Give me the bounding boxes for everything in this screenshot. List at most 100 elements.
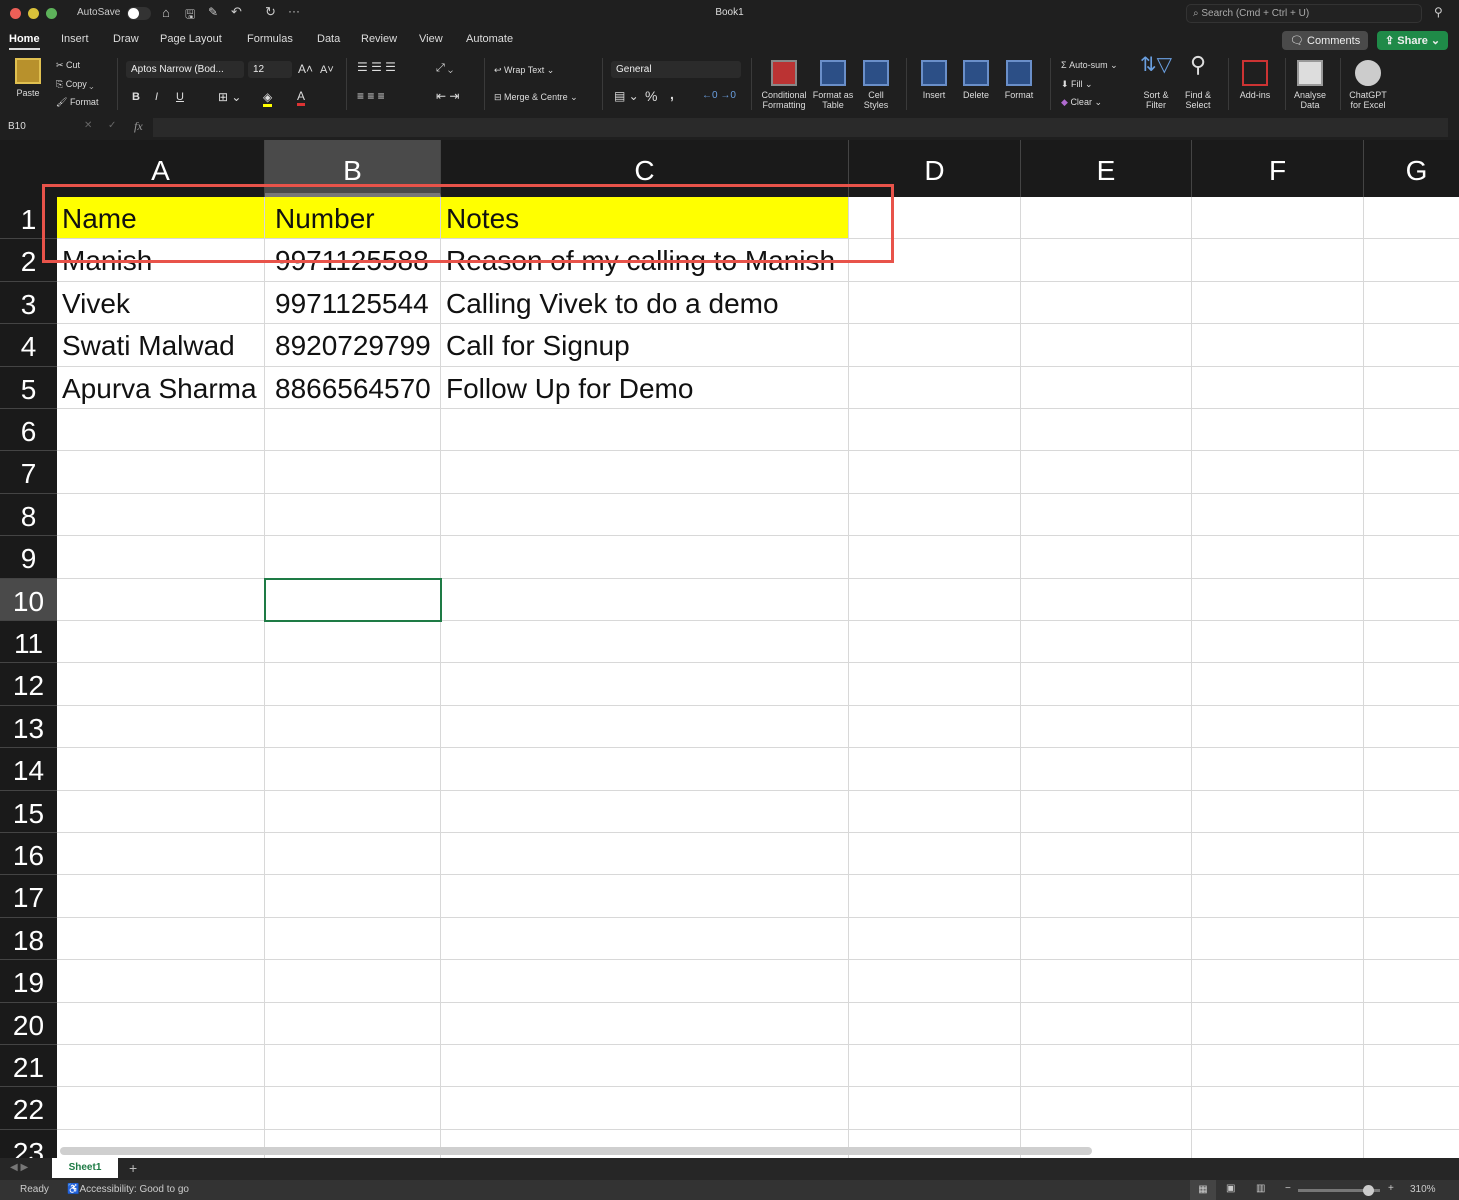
percent-button[interactable]: %	[645, 88, 657, 104]
row-header-18[interactable]: 18	[0, 917, 57, 961]
conditional-formatting-button[interactable]: Conditional Formatting	[758, 60, 810, 110]
format-cells-button[interactable]: Format	[999, 60, 1039, 100]
cell-f22[interactable]	[1192, 1087, 1364, 1130]
column-header-f[interactable]: F	[1192, 140, 1364, 197]
cell-c16[interactable]	[441, 833, 849, 876]
tab-view[interactable]: View	[419, 33, 443, 45]
horizontal-scrollbar[interactable]	[60, 1147, 1092, 1155]
cell-e8[interactable]	[1021, 493, 1192, 537]
cell-b5[interactable]: 8866564570	[265, 366, 441, 409]
column-header-g[interactable]: G	[1364, 140, 1459, 197]
minimize-window-button[interactable]	[28, 8, 39, 19]
cell-b17[interactable]	[265, 875, 441, 918]
function-icon[interactable]: fx	[134, 119, 143, 134]
cell-g21[interactable]	[1364, 1045, 1459, 1088]
wrap-text-button[interactable]: ↩ Wrap Text ⌄	[494, 65, 554, 76]
cell-d12[interactable]	[849, 663, 1021, 706]
tab-automate[interactable]: Automate	[466, 33, 513, 45]
row-header-6[interactable]: 6	[0, 409, 57, 452]
cell-b4[interactable]: 8920729799	[265, 324, 441, 367]
cell-c21[interactable]	[441, 1045, 849, 1088]
row-header-3[interactable]: 3	[0, 281, 57, 325]
share-button[interactable]: ⇪ Share ⌄	[1377, 31, 1449, 50]
cell-g23[interactable]	[1364, 1130, 1459, 1158]
cell-b12[interactable]	[265, 663, 441, 706]
fill-color-icon[interactable]: ◈	[263, 90, 273, 107]
cell-b19[interactable]	[265, 960, 441, 1003]
cell-c11[interactable]	[441, 621, 849, 664]
accounting-format-icon[interactable]: ▤ ⌄	[614, 89, 639, 103]
cell-a10[interactable]	[57, 578, 265, 621]
cell-d16[interactable]	[849, 833, 1021, 876]
comma-button[interactable]: ,	[670, 86, 674, 102]
sheet-nav-icon[interactable]: ◀ ▶	[10, 1162, 28, 1173]
align-top-icon[interactable]: ☰ ☰ ☰	[357, 60, 396, 74]
cut-button[interactable]: ✂ Cut	[56, 60, 80, 71]
borders-icon[interactable]: ⊞ ⌄	[218, 90, 241, 104]
more-icon[interactable]: ···	[288, 4, 300, 18]
cell-e10[interactable]	[1021, 578, 1192, 621]
cell-c6[interactable]	[441, 409, 849, 452]
cell-d14[interactable]	[849, 748, 1021, 791]
cell-a17[interactable]	[57, 875, 265, 918]
accessibility-status[interactable]: ♿Accessibility: Good to go	[67, 1184, 189, 1195]
cell-f11[interactable]	[1192, 621, 1364, 664]
cell-e17[interactable]	[1021, 875, 1192, 918]
zoom-in-button[interactable]: +	[1388, 1183, 1394, 1194]
cell-g8[interactable]	[1364, 494, 1459, 537]
cell-d15[interactable]	[849, 790, 1021, 833]
cell-e15[interactable]	[1021, 790, 1192, 833]
cell-d13[interactable]	[849, 705, 1021, 749]
cell-a7[interactable]	[57, 451, 265, 494]
cell-a21[interactable]	[57, 1045, 265, 1088]
tab-review[interactable]: Review	[361, 33, 397, 45]
indent-icon[interactable]: ⇤ ⇥	[436, 89, 459, 103]
cell-d17[interactable]	[849, 875, 1021, 918]
cell-g12[interactable]	[1364, 663, 1459, 706]
zoom-slider-thumb[interactable]	[1362, 1185, 1374, 1196]
undo-icon[interactable]: ↶	[231, 4, 242, 20]
cell-c2[interactable]: Reason of my calling to Manish	[441, 239, 849, 282]
cell-c22[interactable]	[441, 1087, 849, 1130]
cell-f7[interactable]	[1192, 451, 1364, 494]
page-break-view-icon[interactable]: ▥	[1256, 1183, 1265, 1194]
zoom-level[interactable]: 310%	[1410, 1184, 1436, 1195]
maximize-window-button[interactable]	[46, 8, 57, 19]
formula-input[interactable]	[153, 118, 1448, 137]
row-header-20[interactable]: 20	[0, 1002, 57, 1045]
cell-e4[interactable]	[1021, 324, 1192, 367]
cell-g9[interactable]	[1364, 536, 1459, 579]
decimal-icon[interactable]: ←0 →0	[702, 90, 736, 101]
cell-b9[interactable]	[265, 536, 441, 579]
cell-e6[interactable]	[1021, 409, 1192, 452]
cell-d5[interactable]	[849, 366, 1021, 409]
zoom-slider[interactable]	[1298, 1185, 1380, 1196]
cell-e18[interactable]	[1021, 917, 1192, 961]
cell-d1[interactable]	[849, 197, 1021, 240]
search-input[interactable]: ⌕ Search (Cmd + Ctrl + U)	[1186, 4, 1422, 23]
row-header-13[interactable]: 13	[0, 705, 57, 749]
row-header-5[interactable]: 5	[0, 366, 57, 409]
cell-b21[interactable]	[265, 1045, 441, 1088]
cell-g4[interactable]	[1364, 324, 1459, 367]
cell-b6[interactable]	[265, 409, 441, 452]
cell-d9[interactable]	[849, 536, 1021, 579]
cell-b15[interactable]	[265, 790, 441, 833]
cell-a19[interactable]	[57, 960, 265, 1003]
cell-f15[interactable]	[1192, 790, 1364, 833]
cell-e13[interactable]	[1021, 705, 1192, 749]
cell-e19[interactable]	[1021, 960, 1192, 1003]
font-size-select[interactable]: 12	[248, 61, 292, 78]
sort-filter-button[interactable]: ⇅▽ Sort & Filter	[1136, 55, 1176, 110]
cell-d22[interactable]	[849, 1087, 1021, 1130]
tab-page-layout[interactable]: Page Layout	[160, 33, 222, 45]
column-header-e[interactable]: E	[1021, 140, 1192, 197]
cell-c4[interactable]: Call for Signup	[441, 324, 849, 367]
cell-c12[interactable]	[441, 663, 849, 706]
enter-icon[interactable]: ✓	[108, 120, 116, 131]
cell-c8[interactable]	[441, 493, 849, 537]
row-header-16[interactable]: 16	[0, 833, 57, 876]
cell-a20[interactable]	[57, 1002, 265, 1045]
cell-a12[interactable]	[57, 663, 265, 706]
cell-f5[interactable]	[1192, 366, 1364, 409]
